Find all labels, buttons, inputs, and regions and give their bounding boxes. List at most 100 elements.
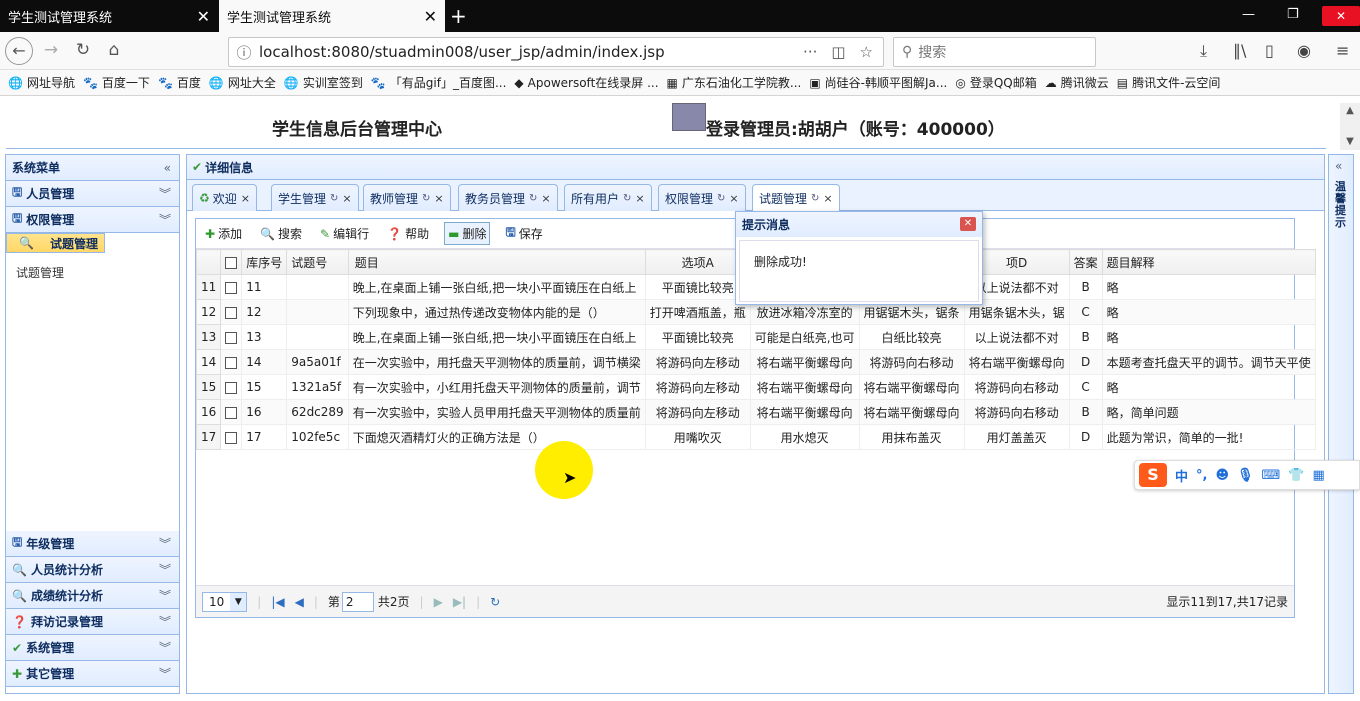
microphone-icon[interactable]: 🎙 — [1237, 468, 1254, 483]
sidebar-section-personnel-stats[interactable]: 🔍 人员统计分析 ︾ — [6, 557, 179, 583]
sidebar-section-permissions[interactable]: 🖫 权限管理 ︾ — [6, 207, 179, 233]
close-tab-icon[interactable]: ✕ — [197, 7, 210, 26]
tab-questions[interactable]: 试题管理 ↻ × — [752, 184, 840, 212]
close-icon[interactable]: × — [541, 192, 550, 205]
sidebar-section-personnel[interactable]: 🖫 人员管理 ︾ — [6, 181, 179, 207]
tab-welcome[interactable]: ♻ 欢迎 × — [192, 184, 257, 211]
table-row[interactable]: 15 15 1321a5f 有一次实验中，小红用托盘天平测物体的质量前，调节 将游码向左… — [195, 374, 1316, 400]
new-tab-icon[interactable]: + — [450, 4, 467, 28]
table-row[interactable]: 17 17 102fe5c 下面熄灭酒精灯火的正确方法是（） 用嘴吹灭 用水熄灭 用抹布盖灭… — [195, 424, 1316, 450]
bookmark-item[interactable]: 🌐 实训室签到 — [284, 74, 363, 91]
window-close-icon[interactable]: ✕ — [1322, 6, 1360, 26]
row-checkbox[interactable] — [220, 424, 243, 450]
bookmark-item[interactable]: 🐾 「有品gif」_百度图... — [371, 74, 507, 91]
refresh-icon[interactable]: ↻ — [422, 193, 430, 204]
refresh-icon[interactable]: ↻ — [717, 193, 725, 204]
account-icon[interactable]: ◉ — [1297, 41, 1311, 60]
tab-permissions[interactable]: 权限管理 ↻ × — [658, 184, 746, 211]
page-scrollbar[interactable]: ▲ ▼ — [1340, 103, 1360, 150]
reload-icon[interactable]: ↻ — [71, 40, 95, 60]
download-icon[interactable]: ⤓ — [1200, 41, 1207, 61]
next-page-icon[interactable]: ▶ — [434, 595, 443, 609]
column-header[interactable]: 题目解释 — [1101, 249, 1316, 275]
save-button[interactable]: 🖫 保存 — [502, 221, 545, 246]
sidebar-section-other[interactable]: ✚ 其它管理 ︾ — [6, 661, 179, 687]
sogou-logo-icon[interactable]: S — [1139, 463, 1167, 487]
sidebar-section-system[interactable]: ✔ 系统管理 ︾ — [6, 635, 179, 661]
table-row[interactable]: 13 13 晚上,在桌面上铺一张白纸,把一块小平面镜压在白纸上 平面镜比较亮 可能是白纸… — [195, 324, 1316, 350]
info-icon[interactable]: ⓘ — [229, 42, 259, 63]
close-tab-icon[interactable]: ✕ — [424, 7, 437, 26]
row-checkbox[interactable] — [220, 274, 243, 300]
row-checkbox[interactable] — [220, 324, 243, 350]
minimize-icon[interactable]: — — [1242, 7, 1255, 22]
table-row[interactable]: 14 14 9a5a01f 在一次实验中，用托盘天平测物体的质量前，调节横梁 将游码向左… — [195, 349, 1316, 375]
tab-all-users[interactable]: 所有用户 ↻ × — [564, 184, 652, 211]
close-icon[interactable]: × — [635, 192, 644, 205]
bookmark-item[interactable]: ◆ Apowersoft在线录屏 ... — [514, 74, 658, 91]
close-icon[interactable]: × — [241, 192, 250, 205]
sidebar-item-questions[interactable]: 试题管理 — [16, 266, 64, 280]
bookmark-item[interactable]: 🐾 百度 — [158, 74, 201, 91]
page-number-input[interactable]: 2 — [341, 591, 374, 612]
close-icon[interactable]: ✕ — [960, 217, 976, 231]
keyboard-icon[interactable]: ⌨ — [1262, 468, 1281, 483]
column-header[interactable]: 题目 — [347, 249, 646, 275]
refresh-icon[interactable]: ↻ — [330, 193, 338, 204]
back-icon[interactable]: ← — [5, 37, 33, 65]
refresh-icon[interactable]: ↻ — [529, 193, 537, 204]
page-actions-icon[interactable]: ··· — [803, 43, 817, 61]
select-all-checkbox[interactable] — [220, 249, 243, 275]
page-size-select[interactable]: 10 ▼ — [202, 591, 248, 612]
table-row[interactable]: 16 16 62dc289 有一次实验中，实验人员甲用托盘天平测物体的质量前 将游码向左… — [195, 399, 1316, 425]
browser-tab[interactable]: 学生测试管理系统 ✕ — [0, 0, 218, 32]
bookmark-item[interactable]: 🌐 网址大全 — [209, 74, 276, 91]
bookmark-star-icon[interactable]: ☆ — [860, 43, 873, 61]
expand-right-icon[interactable]: « — [1335, 159, 1342, 173]
library-icon[interactable]: ∥\ — [1233, 41, 1246, 60]
row-checkbox[interactable] — [220, 374, 243, 400]
search-button[interactable]: 🔍 搜索 — [257, 223, 305, 244]
url-bar[interactable]: ⓘ localhost:8080/stuadmin008/user_jsp/ad… — [228, 37, 884, 67]
column-header[interactable]: 试题号 — [286, 249, 349, 275]
last-page-icon[interactable]: ▶| — [453, 595, 466, 609]
url-text[interactable]: localhost:8080/stuadmin008/user_jsp/admi… — [259, 43, 665, 61]
sidebar-section-grade[interactable]: 🖫 年级管理 ︾ — [6, 531, 179, 557]
forward-icon[interactable]: → — [39, 40, 63, 60]
first-page-icon[interactable]: |◀ — [271, 595, 284, 609]
help-button[interactable]: ❓ 帮助 — [384, 223, 432, 244]
sidebar-section-visits[interactable]: ❓ 拜访记录管理 ︾ — [6, 609, 179, 635]
tab-academic-staff[interactable]: 教务员管理 ↻ × — [458, 184, 558, 211]
column-header[interactable]: 库序号 — [241, 249, 288, 275]
sidebar-icon[interactable]: ▯ — [1265, 41, 1274, 60]
delete-button[interactable]: ▬ 删除 — [444, 222, 491, 245]
sidebar-section-questions[interactable]: 🔍 试题管理 ︽ — [6, 233, 105, 253]
skin-icon[interactable]: 👕 — [1288, 468, 1304, 483]
bookmark-item[interactable]: ▤ 腾讯文件-云空间 — [1117, 74, 1221, 91]
bookmark-item[interactable]: ◎ 登录QQ邮箱 — [955, 74, 1036, 91]
row-checkbox[interactable] — [220, 399, 243, 425]
ime-mode[interactable]: 中 — [1175, 466, 1188, 485]
edit-row-button[interactable]: ✎ 编辑行 — [317, 223, 372, 244]
close-icon[interactable]: × — [434, 192, 443, 205]
refresh-icon[interactable]: ↻ — [623, 193, 631, 204]
ime-punctuation[interactable]: °, — [1196, 468, 1207, 483]
bookmark-item[interactable]: 🌐 网址导航 — [8, 74, 75, 91]
add-button[interactable]: ✚ 添加 — [202, 223, 245, 244]
refresh-icon[interactable]: ↻ — [811, 193, 819, 204]
column-header[interactable]: 答案 — [1068, 249, 1103, 275]
close-icon[interactable]: × — [342, 192, 351, 205]
emoji-icon[interactable]: ☻ — [1215, 468, 1229, 483]
menu-icon[interactable]: ≡ — [1336, 41, 1349, 60]
close-icon[interactable]: × — [823, 192, 832, 205]
row-checkbox[interactable] — [220, 299, 243, 325]
sidebar-section-score-stats[interactable]: 🔍 成绩统计分析 ︾ — [6, 583, 179, 609]
home-icon[interactable]: ⌂ — [102, 40, 126, 60]
restore-icon[interactable]: ❐ — [1287, 7, 1299, 22]
browser-tab-active[interactable]: 学生测试管理系统 ✕ — [219, 0, 445, 32]
row-checkbox[interactable] — [220, 349, 243, 375]
tab-students[interactable]: 学生管理 ↻ × — [271, 184, 359, 211]
refresh-icon[interactable]: ↻ — [490, 595, 500, 609]
bookmark-item[interactable]: 🐾 百度一下 — [83, 74, 150, 91]
search-input[interactable]: ⚲ 搜索 — [893, 37, 1096, 67]
